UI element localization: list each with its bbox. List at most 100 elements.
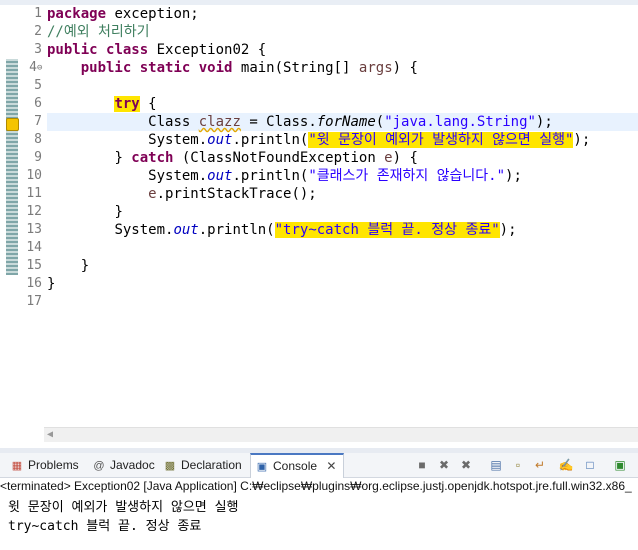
close-icon[interactable]: ✕	[326, 459, 336, 473]
code-text: ) {	[392, 150, 418, 166]
code-line: }	[47, 275, 638, 293]
line-number: 10	[26, 168, 42, 183]
keyword: public	[47, 42, 98, 58]
line-number: 9	[34, 150, 42, 165]
code-text: exception;	[106, 6, 199, 22]
code-text: }	[47, 276, 56, 292]
code-text: Class	[148, 114, 199, 130]
static-field: out	[207, 168, 233, 184]
code-text: .println(	[232, 168, 309, 184]
code-text: );	[505, 168, 522, 184]
code-line: e.printStackTrace();	[47, 185, 638, 203]
static-field: out	[207, 132, 233, 148]
code-line: try {	[47, 95, 638, 113]
keyword: void	[198, 60, 233, 76]
keyword: catch	[131, 150, 174, 166]
comment: //예외 처리하기	[47, 24, 150, 40]
line-number: 3	[34, 42, 42, 57]
scroll-lock-icon[interactable]: ▫	[510, 457, 526, 473]
console-output-line: try~catch 블럭 끝. 정상 종료	[8, 519, 202, 534]
static-method: forName	[316, 114, 376, 130]
current-code-line: Class clazz = Class.forName("java.lang.S…	[47, 113, 638, 131]
code-text: }	[80, 258, 90, 274]
code-line: }	[47, 203, 638, 221]
line-number: 2	[34, 24, 42, 39]
code-editor[interactable]: 1 2 3 4 5 6 7 8 9 10 11 12 13 14 15 16 1…	[0, 5, 638, 429]
keyword: package	[47, 6, 107, 22]
warning-icon[interactable]	[6, 118, 19, 131]
fold-toggle-icon[interactable]: ⊖	[37, 59, 42, 77]
code-text: main(String[]	[232, 60, 359, 76]
code-line: public static void main(String[] args) {	[47, 59, 638, 77]
scroll-left-icon[interactable]: ◀	[47, 429, 53, 440]
word-wrap-icon[interactable]: ↵	[532, 457, 548, 473]
console-icon: ▣	[256, 461, 268, 473]
code-line: //예외 처리하기	[47, 23, 638, 41]
console-output-line: 윗 문장이 예외가 발생하지 않으면 실행	[8, 500, 239, 515]
horizontal-scrollbar[interactable]: ◀	[44, 427, 638, 442]
code-line: } catch (ClassNotFoundException e) {	[47, 149, 638, 167]
variable: e	[148, 186, 157, 202]
code-line: System.out.println("try~catch 블럭 끝. 정상 종…	[47, 221, 638, 239]
tab-problems[interactable]: ▦ Problems	[10, 453, 79, 477]
code-line: public class Exception02 {	[47, 41, 638, 59]
code-text: .printStackTrace();	[156, 186, 317, 202]
tab-console[interactable]: ▣ Console ✕	[250, 453, 344, 478]
code-text: System.	[148, 132, 208, 148]
code-text: }	[114, 204, 123, 220]
line-number: 1	[34, 6, 42, 21]
keyword: static	[139, 60, 191, 76]
code-line: System.out.println("윗 문장이 예외가 발생하지 않으면 실…	[47, 131, 638, 149]
clear-console-icon[interactable]: ▤	[488, 457, 504, 473]
terminate-icon[interactable]: ■	[414, 457, 430, 473]
line-number: 12	[26, 204, 42, 219]
keyword: public	[80, 60, 132, 76]
code-line: }	[47, 257, 638, 275]
overview-ruler	[0, 5, 20, 429]
line-number: 14	[26, 240, 42, 255]
tab-label: Javadoc	[110, 458, 155, 472]
code-line: package exception;	[47, 5, 638, 23]
string-literal: "클래스가 존재하지 않습니다."	[308, 168, 506, 184]
tab-javadoc[interactable]: @ Javadoc	[92, 453, 155, 477]
remove-all-launches-icon[interactable]: ✖	[458, 457, 474, 473]
javadoc-icon: @	[93, 460, 105, 472]
pin-console-icon[interactable]: ✍	[558, 457, 574, 473]
line-number: 16	[26, 276, 42, 291]
problems-icon: ▦	[11, 460, 23, 472]
static-field: out	[173, 222, 199, 238]
code-text: (ClassNotFoundException	[173, 150, 385, 166]
code-text: .println(	[198, 222, 275, 238]
code-text: ) {	[392, 60, 418, 76]
declaration-icon: ▩	[164, 460, 176, 472]
open-console-icon[interactable]: ▣	[612, 457, 628, 473]
string-literal: "java.lang.String"	[384, 114, 536, 130]
line-number: 8	[34, 132, 42, 147]
code-text: = Class.	[240, 114, 317, 130]
code-text: System.	[114, 222, 174, 238]
highlighted-keyword: try	[114, 96, 140, 112]
code-text: Exception02 {	[148, 42, 267, 58]
tab-declaration[interactable]: ▩ Declaration	[163, 453, 242, 477]
code-text: .println(	[232, 132, 309, 148]
code-line: System.out.println("클래스가 존재하지 않습니다.");	[47, 167, 638, 185]
change-marker	[6, 59, 18, 275]
highlighted-string: "try~catch 블럭 끝. 정상 종료"	[274, 222, 500, 238]
code-text: }	[114, 150, 132, 166]
line-number: 17	[26, 294, 42, 309]
line-number: 7	[34, 114, 42, 129]
code-text: );	[573, 132, 591, 148]
code-area[interactable]: package exception; //예외 처리하기 public clas…	[47, 5, 638, 429]
line-number: 5	[34, 78, 42, 93]
remove-launch-icon[interactable]: ✖	[436, 457, 452, 473]
display-console-icon[interactable]: □	[582, 457, 598, 473]
highlighted-string: "윗 문장이 예외가 발생하지 않으면 실행"	[308, 132, 574, 148]
line-number: 4	[29, 60, 37, 75]
variable: clazz	[198, 114, 241, 130]
variable: e	[384, 150, 393, 166]
tab-label: Declaration	[181, 458, 242, 472]
line-number: 15	[26, 258, 42, 273]
line-number: 13	[26, 222, 42, 237]
console-status-header: <terminated> Exception02 [Java Applicati…	[0, 479, 632, 493]
code-text: {	[139, 96, 157, 112]
